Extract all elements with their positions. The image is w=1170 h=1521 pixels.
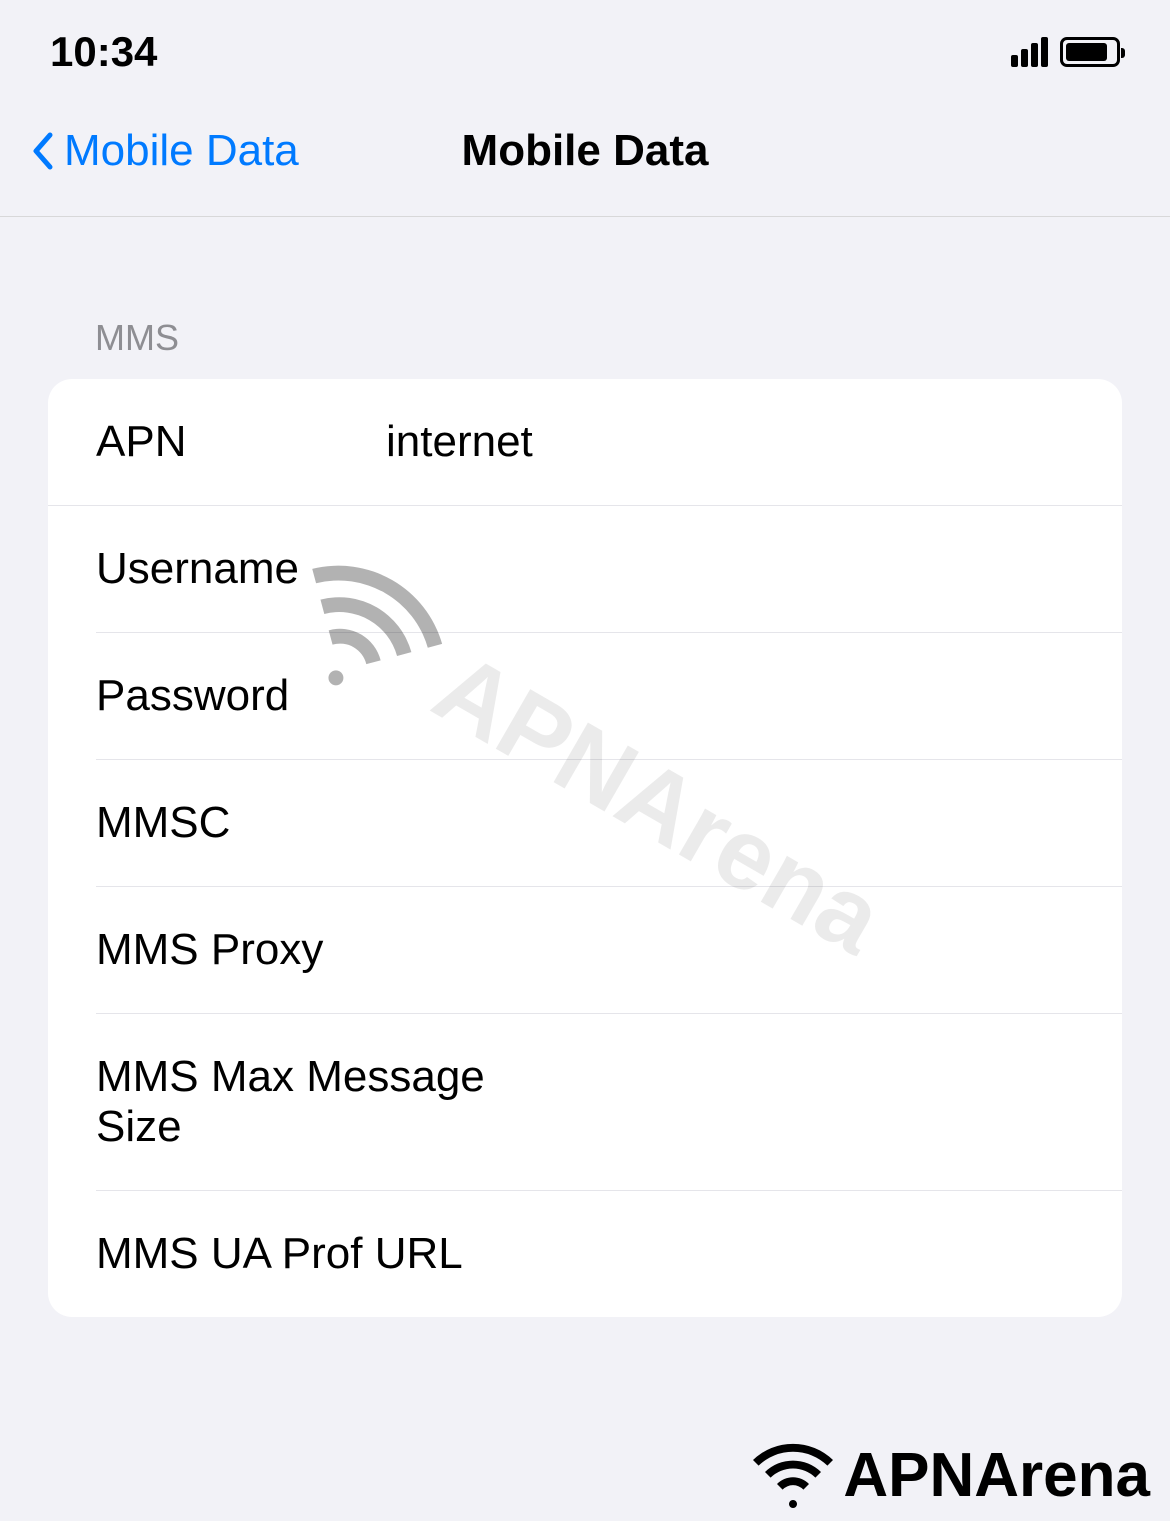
- mms-ua-prof-url-label: MMS UA Prof URL: [96, 1229, 463, 1279]
- mms-max-size-row[interactable]: MMS Max Message Size: [96, 1014, 1122, 1191]
- mms-proxy-row[interactable]: MMS Proxy: [96, 887, 1122, 1014]
- mms-max-size-input[interactable]: [547, 1077, 1122, 1127]
- chevron-back-icon: [30, 131, 54, 171]
- cellular-signal-icon: [1011, 37, 1048, 67]
- status-time: 10:34: [50, 28, 157, 76]
- wifi-icon: [753, 1441, 833, 1511]
- battery-icon: [1060, 37, 1120, 67]
- username-label: Username: [96, 544, 386, 594]
- username-input[interactable]: [386, 544, 1122, 594]
- navigation-bar: Mobile Data Mobile Data: [0, 96, 1170, 217]
- mms-ua-prof-url-input[interactable]: [463, 1229, 1122, 1279]
- footer-brand: APNArena: [843, 1440, 1150, 1511]
- mms-proxy-input[interactable]: [386, 925, 1122, 975]
- page-title: Mobile Data: [462, 126, 709, 176]
- back-button[interactable]: Mobile Data: [30, 126, 299, 176]
- password-row[interactable]: Password: [96, 633, 1122, 760]
- username-row[interactable]: Username: [96, 506, 1122, 633]
- mms-settings-group: APN Username Password MMSC MMS Proxy MMS…: [48, 379, 1122, 1317]
- mmsc-input[interactable]: [386, 798, 1122, 848]
- mmsc-row[interactable]: MMSC: [96, 760, 1122, 887]
- mms-ua-prof-url-row[interactable]: MMS UA Prof URL: [48, 1191, 1122, 1317]
- footer-logo: APNArena: [753, 1440, 1150, 1511]
- section-header: MMS: [0, 217, 1170, 379]
- status-bar: 10:34: [0, 0, 1170, 96]
- password-label: Password: [96, 671, 386, 721]
- apn-label: APN: [96, 417, 386, 467]
- mmsc-label: MMSC: [96, 798, 386, 848]
- mms-proxy-label: MMS Proxy: [96, 925, 386, 975]
- status-indicators: [1011, 37, 1120, 67]
- apn-input[interactable]: [386, 417, 1122, 467]
- password-input[interactable]: [386, 671, 1122, 721]
- apn-row[interactable]: APN: [48, 379, 1122, 506]
- mms-max-size-label: MMS Max Message Size: [96, 1052, 547, 1152]
- back-label: Mobile Data: [64, 126, 299, 176]
